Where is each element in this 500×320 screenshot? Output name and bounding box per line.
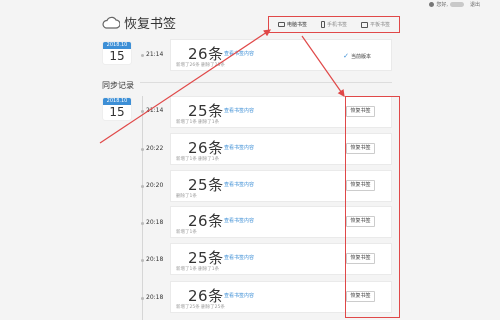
bookmark-count: 25条 — [188, 176, 224, 194]
timeline-dot — [141, 110, 144, 113]
cloud-icon — [102, 16, 120, 29]
timeline-dot — [141, 222, 144, 225]
view-bookmarks-link[interactable]: 查看书签内容 — [224, 217, 254, 224]
record-time: 20:22 — [146, 145, 164, 152]
view-bookmarks-link[interactable]: 查看书签内容 — [224, 144, 254, 151]
restore-button[interactable]: 恢复书签 — [346, 216, 375, 227]
tablet-icon — [360, 21, 368, 28]
record-time: 21:14 — [146, 107, 164, 114]
change-summary: 新增了1条 — [176, 230, 197, 235]
sync-record-card: 26条 查看书签内容 新增了1条 删除了1条 恢复书签 — [170, 133, 392, 165]
date-year-month: 2018.10 — [103, 42, 131, 49]
sync-record-card: 25条 查看书签内容 新增了1条 删除了1条 恢复书签 — [170, 243, 392, 275]
change-summary: 新增了1条 删除了1条 — [176, 157, 220, 162]
check-icon: ✓ — [343, 52, 349, 60]
date-badge-current: 2018.10 15 — [103, 42, 131, 64]
restore-button[interactable]: 恢复书签 — [346, 143, 375, 154]
date-day: 15 — [109, 49, 125, 63]
view-bookmarks-link[interactable]: 查看书签内容 — [224, 292, 254, 299]
change-summary: 新增了1条 删除了1条 — [176, 120, 220, 125]
sync-record-card: 25条 查看书签内容 新增了1条 删除了1条 恢复书签 — [170, 96, 392, 128]
section-divider — [140, 82, 392, 83]
sync-records-heading: 同步记录 — [102, 81, 134, 90]
change-summary: 新增了25条 删除了25条 — [176, 305, 225, 310]
bookmark-count: 26条 — [188, 139, 224, 157]
current-version-label: ✓ 当前版本 — [343, 52, 371, 60]
bookmark-count: 25条 — [188, 249, 224, 267]
tab-label: 电脑书签 — [286, 22, 307, 28]
device-tabs: 电脑书签 手机书签 平板书签 — [268, 16, 400, 33]
change-summary: 删除了1条 — [176, 194, 197, 199]
timeline-dot — [141, 185, 144, 188]
tab-label: 手机书签 — [326, 22, 347, 28]
date-year-month: 2018.10 — [103, 98, 131, 105]
timeline-dot — [141, 148, 144, 151]
record-time: 20:18 — [146, 294, 164, 301]
view-bookmarks-link[interactable]: 查看书签内容 — [224, 254, 254, 261]
logout-link[interactable]: 退出 — [470, 1, 480, 8]
record-time: 21:14 — [146, 51, 164, 58]
bookmark-count: 26条 — [188, 45, 224, 63]
sync-record-card: 26条 查看书签内容 新增了25条 删除了25条 恢复书签 — [170, 281, 392, 313]
view-bookmarks-link[interactable]: 查看书签内容 — [224, 181, 254, 188]
view-bookmarks-link[interactable]: 查看书签内容 — [224, 107, 254, 114]
date-badge-sync: 2018.10 15 — [103, 98, 131, 120]
tab-label: 平板书签 — [369, 22, 390, 28]
sync-record-card: 25条 查看书签内容 删除了1条 恢复书签 — [170, 170, 392, 202]
page-header: 恢复书签 — [102, 13, 176, 32]
record-time: 20:18 — [146, 219, 164, 226]
restore-button[interactable]: 恢复书签 — [346, 180, 375, 191]
timeline-dot — [141, 297, 144, 300]
user-icon — [429, 2, 435, 7]
monitor-icon — [277, 22, 285, 27]
sync-record-card: 26条 查看书签内容 新增了1条 恢复书签 — [170, 206, 392, 238]
record-time: 20:18 — [146, 256, 164, 263]
bookmark-count: 26条 — [188, 212, 224, 230]
bookmark-count: 25条 — [188, 102, 224, 120]
timeline-dot — [141, 259, 144, 262]
user-info[interactable]: 您好, — [429, 1, 464, 8]
record-time: 20:20 — [146, 182, 164, 189]
username-blurred — [450, 2, 464, 7]
top-bar: 您好, 退出 — [0, 0, 500, 10]
restore-button[interactable]: 恢复书签 — [346, 106, 375, 117]
tab-phone-bookmarks[interactable]: 手机书签 — [320, 21, 347, 28]
current-version-text: 当前版本 — [350, 53, 371, 60]
page-title: 恢复书签 — [124, 17, 177, 32]
date-day: 15 — [109, 105, 125, 119]
timeline-dot — [141, 54, 144, 57]
restore-button[interactable]: 恢复书签 — [346, 291, 375, 302]
tab-desktop-bookmarks[interactable]: 电脑书签 — [277, 21, 307, 28]
phone-icon — [320, 21, 325, 28]
tab-tablet-bookmarks[interactable]: 平板书签 — [360, 21, 390, 28]
current-version-card: 26条 查看书签内容 新增了26条 删除了25条 ✓ 当前版本 — [170, 39, 392, 71]
change-summary: 新增了26条 删除了25条 — [176, 63, 225, 68]
timeline-line — [142, 96, 143, 320]
restore-button[interactable]: 恢复书签 — [346, 253, 375, 264]
view-bookmarks-link[interactable]: 查看书签内容 — [224, 50, 254, 57]
user-greeting: 您好, — [436, 2, 448, 8]
change-summary: 新增了1条 删除了1条 — [176, 267, 220, 272]
bookmark-count: 26条 — [188, 287, 224, 305]
